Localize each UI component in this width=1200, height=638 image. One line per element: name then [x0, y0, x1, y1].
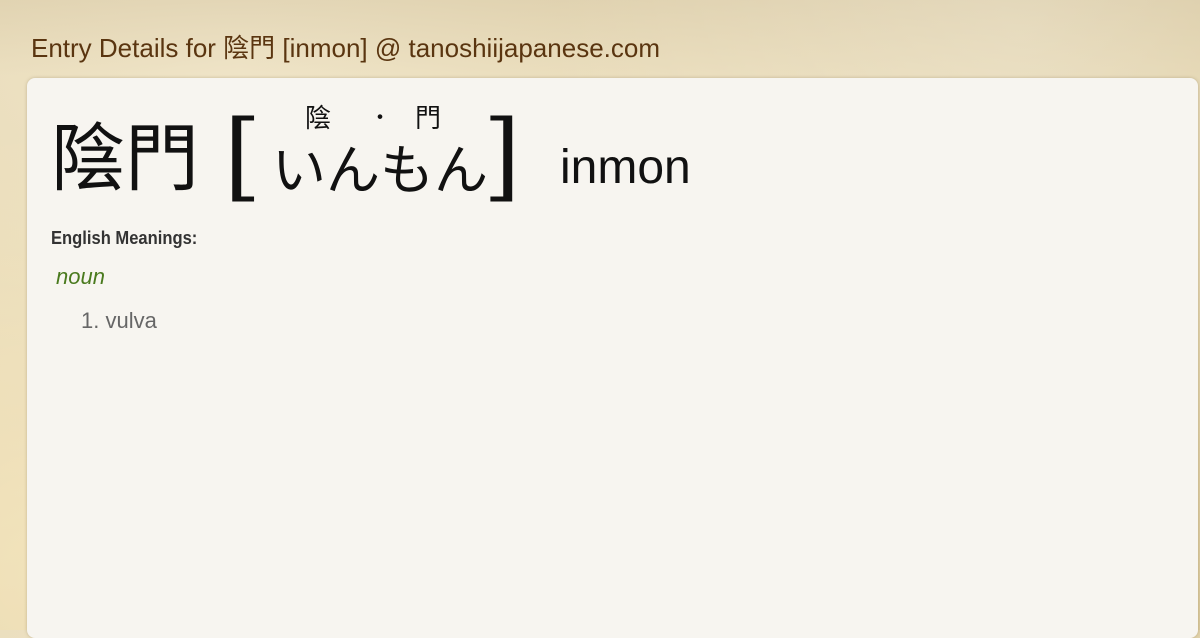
reading-bracket-close: ] [483, 100, 521, 212]
headword-row: 陰門 [ 陰 ・ 門 いんもん ] inmon [27, 78, 1198, 218]
definition-item: 1. vulva [81, 308, 157, 333]
page-title: Entry Details for 陰門 [inmon] @ tanoshiij… [31, 33, 660, 63]
headword-kana-reading: いんもん [272, 139, 488, 202]
entry-card: 陰門 [ 陰 ・ 門 いんもん ] inmon English Meanings… [27, 78, 1198, 638]
furigana-row: 陰 ・ 門 [267, 104, 487, 134]
furigana-separator: ・ [369, 106, 392, 131]
headword-romaji: inmon [560, 141, 691, 194]
reading-block: 陰 ・ 門 いんもん [267, 100, 488, 210]
furigana-kanji-1: 陰 [305, 104, 332, 134]
reading-bracket-open: [ [224, 100, 262, 212]
definition-list: 1. vulva [81, 308, 157, 334]
part-of-speech-label: noun [56, 264, 105, 289]
headword-kanji: 陰門 [51, 116, 199, 202]
english-meanings-heading: English Meanings: [51, 228, 198, 248]
furigana-kanji-2: 門 [415, 104, 442, 134]
